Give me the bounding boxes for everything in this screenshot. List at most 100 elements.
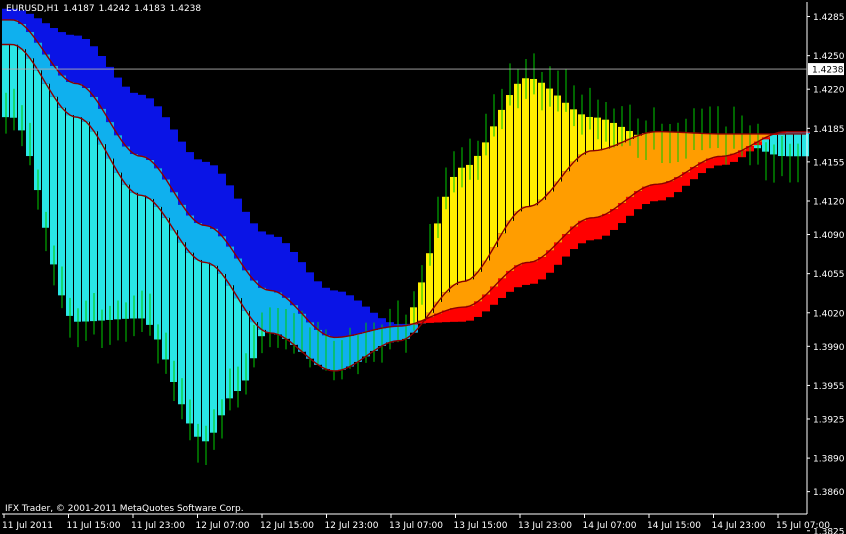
cloud-strip-slow <box>242 211 250 271</box>
cloud-strip-fast <box>530 205 538 262</box>
cloud-strip-slow <box>114 77 122 136</box>
cloud-strip-slow <box>146 98 154 160</box>
cloud-strip-slow <box>82 39 90 88</box>
cloud-strip-fast <box>602 148 610 214</box>
cloud-strip-slow <box>450 308 458 322</box>
symbol-timeframe: EURUSD,H1 <box>6 4 60 14</box>
cloud-strip-price <box>154 206 161 340</box>
cloud-strip-fast <box>586 150 594 218</box>
cloud-strip-slow <box>714 156 722 166</box>
y-tick-label: 1.3925 <box>813 415 845 425</box>
cloud-strip-fast <box>226 246 234 286</box>
cloud-strip-slow <box>658 183 666 201</box>
x-tick-label: 11 Jul 2011 <box>2 521 53 531</box>
cloud-strip-price <box>90 131 97 322</box>
cloud-strip-slow <box>330 290 338 338</box>
cloud-strip-slow <box>578 220 586 244</box>
cloud-strip-fast <box>594 150 602 218</box>
cloud-strip-fast <box>130 153 138 193</box>
cloud-strip-fast <box>554 181 562 243</box>
y-tick-label: 1.4020 <box>813 309 845 319</box>
cloud-strip-slow <box>338 291 346 337</box>
cloud-strip-price <box>442 196 449 293</box>
cloud-strip-fast <box>10 20 18 45</box>
cloud-strip-fast <box>234 258 242 299</box>
cloud-strip-fast <box>618 142 626 204</box>
cloud-strip-slow <box>666 181 674 198</box>
cloud-strip-slow <box>106 66 114 123</box>
cloud-strip-slow <box>458 307 466 322</box>
cloud-strip-price <box>506 95 513 221</box>
cloud-strip-slow <box>66 34 74 82</box>
cloud-strip-fast <box>194 222 202 260</box>
cloud-strip-slow <box>354 300 362 335</box>
cloud-strip-price <box>466 164 473 280</box>
x-tick-label: 13 Jul 15:00 <box>454 521 508 531</box>
chart-header: EURUSD,H1 1.4187 1.4242 1.4183 1.4238 <box>6 4 205 14</box>
cloud-strip-fast <box>82 87 90 122</box>
cloud-strip-slow <box>514 265 522 288</box>
cloud-strip-price <box>210 265 217 433</box>
cloud-strip-slow <box>138 94 146 157</box>
cloud-strip-slow <box>98 55 106 109</box>
cloud-strip-price <box>218 273 225 416</box>
cloud-strip-fast <box>466 279 474 306</box>
cloud-strip-slow <box>130 92 138 154</box>
cloud-strip-slow <box>274 236 282 293</box>
x-tick-label: 11 Jul 23:00 <box>131 521 185 531</box>
cloud-strip-slow <box>602 213 610 236</box>
x-tick-label: 11 Jul 15:00 <box>67 521 121 531</box>
cloud-strip-price <box>114 172 121 320</box>
cloud-strip-price <box>202 262 209 442</box>
cloud-strip-slow <box>234 198 242 259</box>
cloud-strip-slow <box>202 161 210 226</box>
cloud-strip-slow <box>522 262 530 285</box>
cloud-strip-fast <box>458 281 466 308</box>
y-tick-label: 1.4090 <box>813 231 845 241</box>
chart-svg: 1.4238 1.4285 1.4250 1.4220 1.4185 1.4155 1.4… <box>2 2 845 534</box>
cloud-strip-fast <box>610 145 618 210</box>
cloud-strip-slow <box>210 165 218 229</box>
cloud-strip-fast <box>498 233 506 279</box>
cloud-strip-slow <box>226 185 234 247</box>
cloud-strip-fast <box>66 81 74 116</box>
y-tick-label: 1.4285 <box>813 13 845 23</box>
cloud-strip-fast <box>178 204 186 243</box>
cloud-strip-slow <box>50 28 58 66</box>
cloud-strip-price <box>74 117 81 322</box>
cloud-strip-fast <box>474 271 482 302</box>
cloud-strip-price <box>122 184 129 319</box>
x-tick-label: 13 Jul 07:00 <box>389 521 443 531</box>
y-tick-label: 1.4250 <box>813 52 845 62</box>
y-tick-label: 1.4120 <box>813 197 845 207</box>
cloud-strip-price <box>66 115 73 316</box>
cloud-strip-slow <box>306 272 314 323</box>
cloud-strip-price <box>490 126 497 248</box>
cloud-strip-fast <box>138 156 146 196</box>
y-tick-label: 1.3990 <box>813 343 845 353</box>
cloud-strip-fast <box>242 270 250 311</box>
cloud-strip-fast <box>522 206 530 263</box>
cloud-strip-price <box>170 230 177 382</box>
cloud-strip-price <box>186 252 193 424</box>
cloud-strip-slow <box>466 305 474 321</box>
cloud-strip-fast <box>122 146 130 185</box>
low-value: 1.4183 <box>134 4 166 14</box>
cloud-strip-fast <box>538 199 546 258</box>
cloud-strip-fast <box>562 171 570 235</box>
y-tick-label: 1.4055 <box>813 270 845 280</box>
cloud-strip-fast <box>154 168 162 207</box>
cloud-strip-fast <box>58 75 66 108</box>
cloud-strip-slow <box>218 173 226 237</box>
cloud-strip-price <box>42 83 49 228</box>
x-tick-label: 14 Jul 15:00 <box>647 521 701 531</box>
x-tick-label: 13 Jul 23:00 <box>518 521 572 531</box>
cloud-strip-slow <box>266 234 274 291</box>
cloud-strip-fast <box>186 215 194 253</box>
cloud-strip-fast <box>146 159 154 199</box>
x-tick-label: 12 Jul 07:00 <box>196 521 250 531</box>
x-tick-label: 12 Jul 15:00 <box>260 521 314 531</box>
cloud-strip-slow <box>586 217 594 241</box>
cloud-strip-price <box>802 133 809 157</box>
high-value: 1.4242 <box>98 4 131 14</box>
